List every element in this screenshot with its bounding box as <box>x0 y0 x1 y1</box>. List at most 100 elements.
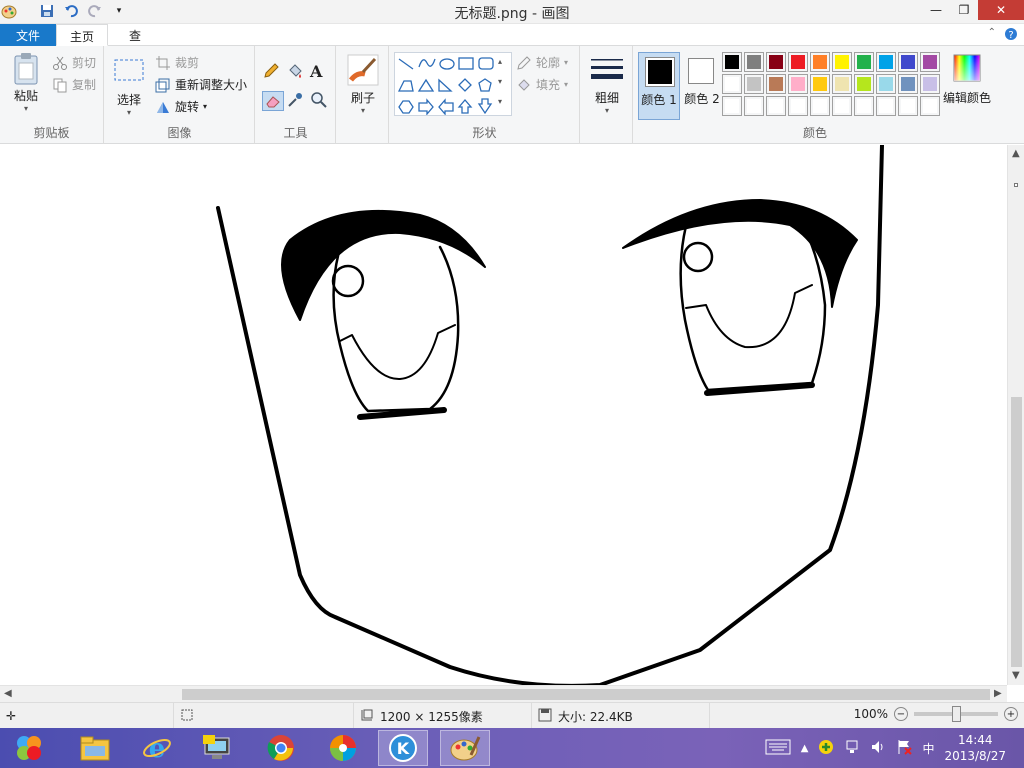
palette-swatch[interactable] <box>766 52 786 72</box>
select-dropdown-icon[interactable]: ▾ <box>111 108 147 117</box>
palette-swatch[interactable] <box>832 74 852 94</box>
edit-colors-button[interactable]: 编辑颜色 <box>942 54 992 106</box>
color1-button[interactable]: 颜色 1 <box>638 52 680 120</box>
palette-swatch[interactable] <box>744 74 764 94</box>
brushes-dropdown-icon[interactable]: ▾ <box>343 106 383 115</box>
palette-swatch[interactable] <box>766 96 786 116</box>
horizontal-scroll-thumb[interactable] <box>182 689 990 700</box>
scroll-left-icon[interactable]: ◀ <box>4 688 12 699</box>
scroll-up-icon[interactable]: ▲ <box>1012 148 1020 159</box>
canvas-viewport[interactable] <box>0 143 1024 688</box>
palette-swatch[interactable] <box>722 52 742 72</box>
start-orb-icon[interactable] <box>4 730 54 766</box>
keyboard-icon[interactable] <box>765 739 791 758</box>
palette-swatch[interactable] <box>898 74 918 94</box>
fill-bucket-icon[interactable] <box>286 62 310 83</box>
cut-button[interactable]: 剪切 <box>52 54 96 71</box>
action-center-icon[interactable] <box>896 739 913 758</box>
security-app-icon[interactable] <box>818 739 834 758</box>
scroll-down-icon[interactable]: ▼ <box>1012 670 1020 681</box>
pencil-icon[interactable] <box>262 62 286 83</box>
select-button[interactable]: 选择 ▾ <box>111 56 147 117</box>
palette-swatch[interactable] <box>788 96 808 116</box>
color2-label: 颜色 2 <box>684 92 720 106</box>
zoom-slider-knob[interactable] <box>952 706 961 722</box>
size-dropdown-icon[interactable]: ▾ <box>587 106 627 115</box>
palette-swatch[interactable] <box>920 96 940 116</box>
show-hidden-icons-icon[interactable]: ▲ <box>801 743 809 754</box>
outline-button[interactable]: 轮廓 ▾ <box>516 54 568 71</box>
horizontal-scrollbar[interactable]: ◀ ▶ <box>0 685 1007 702</box>
file-explorer-icon[interactable] <box>70 730 120 766</box>
palette-swatch[interactable] <box>722 96 742 116</box>
zoom-out-icon[interactable]: − <box>894 707 908 721</box>
minimize-button[interactable]: — <box>922 0 950 20</box>
palette-swatch[interactable] <box>788 52 808 72</box>
shapes-gallery[interactable] <box>394 52 512 116</box>
crop-button[interactable]: 裁剪 <box>155 54 199 71</box>
rotate-dropdown-icon[interactable]: ▾ <box>203 102 207 111</box>
palette-swatch[interactable] <box>832 96 852 116</box>
eraser-icon[interactable] <box>262 91 284 111</box>
paste-dropdown-icon[interactable]: ▾ <box>6 104 46 113</box>
palette-swatch[interactable] <box>810 96 830 116</box>
help-icon[interactable]: ? <box>1004 27 1018 44</box>
zoom-in-icon[interactable]: + <box>1004 707 1018 721</box>
size-button[interactable]: 粗细 ▾ <box>587 54 627 115</box>
palette-swatch[interactable] <box>766 74 786 94</box>
palette-swatch[interactable] <box>876 74 896 94</box>
cursor-position: ✛ <box>0 703 174 729</box>
collapse-ribbon-icon[interactable]: ⌃ <box>988 27 996 38</box>
tab-file[interactable]: 文件 <box>0 24 56 46</box>
palette-swatch[interactable] <box>832 52 852 72</box>
computer-app-icon[interactable] <box>192 730 242 766</box>
rotate-button[interactable]: 旋转 ▾ <box>155 98 207 115</box>
text-icon[interactable]: A <box>310 62 334 83</box>
tab-home[interactable]: 主页 <box>56 24 108 46</box>
zoom-slider[interactable] <box>914 706 998 722</box>
resize-button[interactable]: 重新调整大小 <box>155 76 247 93</box>
magnifier-icon[interactable] <box>310 91 334 112</box>
paint-taskbar-icon[interactable] <box>440 730 490 766</box>
volume-icon[interactable] <box>870 739 886 758</box>
palette-swatch[interactable] <box>898 52 918 72</box>
k-app-icon[interactable]: K <box>378 730 428 766</box>
palette-swatch[interactable] <box>722 74 742 94</box>
palette-swatch[interactable] <box>876 52 896 72</box>
chrome-icon[interactable] <box>256 730 306 766</box>
palette-swatch[interactable] <box>854 52 874 72</box>
shapes-scroll[interactable]: ▴ ▾ ▾ <box>498 52 502 112</box>
color-picker-icon[interactable] <box>286 91 310 112</box>
color2-well <box>688 58 714 84</box>
palette-swatch[interactable] <box>810 74 830 94</box>
drawing-canvas[interactable] <box>0 143 1007 688</box>
palette-swatch[interactable] <box>810 52 830 72</box>
color2-button[interactable]: 颜色 2 <box>682 52 722 120</box>
palette-swatch[interactable] <box>854 96 874 116</box>
network-icon[interactable] <box>844 739 860 758</box>
vertical-scroll-thumb[interactable] <box>1011 397 1022 667</box>
palette-swatch[interactable] <box>788 74 808 94</box>
palette-swatch[interactable] <box>898 96 918 116</box>
clock[interactable]: 14:44 2013/8/27 <box>944 732 1006 764</box>
palette-swatch[interactable] <box>920 52 940 72</box>
resize-handle[interactable] <box>1014 183 1018 187</box>
paste-button[interactable]: 粘贴 ▾ <box>6 52 46 113</box>
restore-button[interactable]: ❐ <box>950 0 978 20</box>
fill-button[interactable]: 填充 ▾ <box>516 76 568 93</box>
palette-swatch[interactable] <box>744 52 764 72</box>
palette-swatch[interactable] <box>854 74 874 94</box>
ime-indicator[interactable]: 中 <box>922 740 934 757</box>
copy-button[interactable]: 复制 <box>52 76 96 93</box>
palette-swatch[interactable] <box>876 96 896 116</box>
vertical-scrollbar[interactable]: ▲ ▼ <box>1007 145 1024 685</box>
scroll-right-icon[interactable]: ▶ <box>994 688 1002 699</box>
close-button[interactable]: ✕ <box>978 0 1024 20</box>
tab-view[interactable]: 查看 <box>112 24 158 60</box>
palette-swatch[interactable] <box>920 74 940 94</box>
palette-swatch[interactable] <box>744 96 764 116</box>
brushes-button[interactable]: 刷子 ▾ <box>343 54 383 115</box>
internet-explorer-icon[interactable]: e <box>132 730 182 766</box>
media-player-icon[interactable] <box>318 730 368 766</box>
palette-swatch-color <box>747 77 761 91</box>
